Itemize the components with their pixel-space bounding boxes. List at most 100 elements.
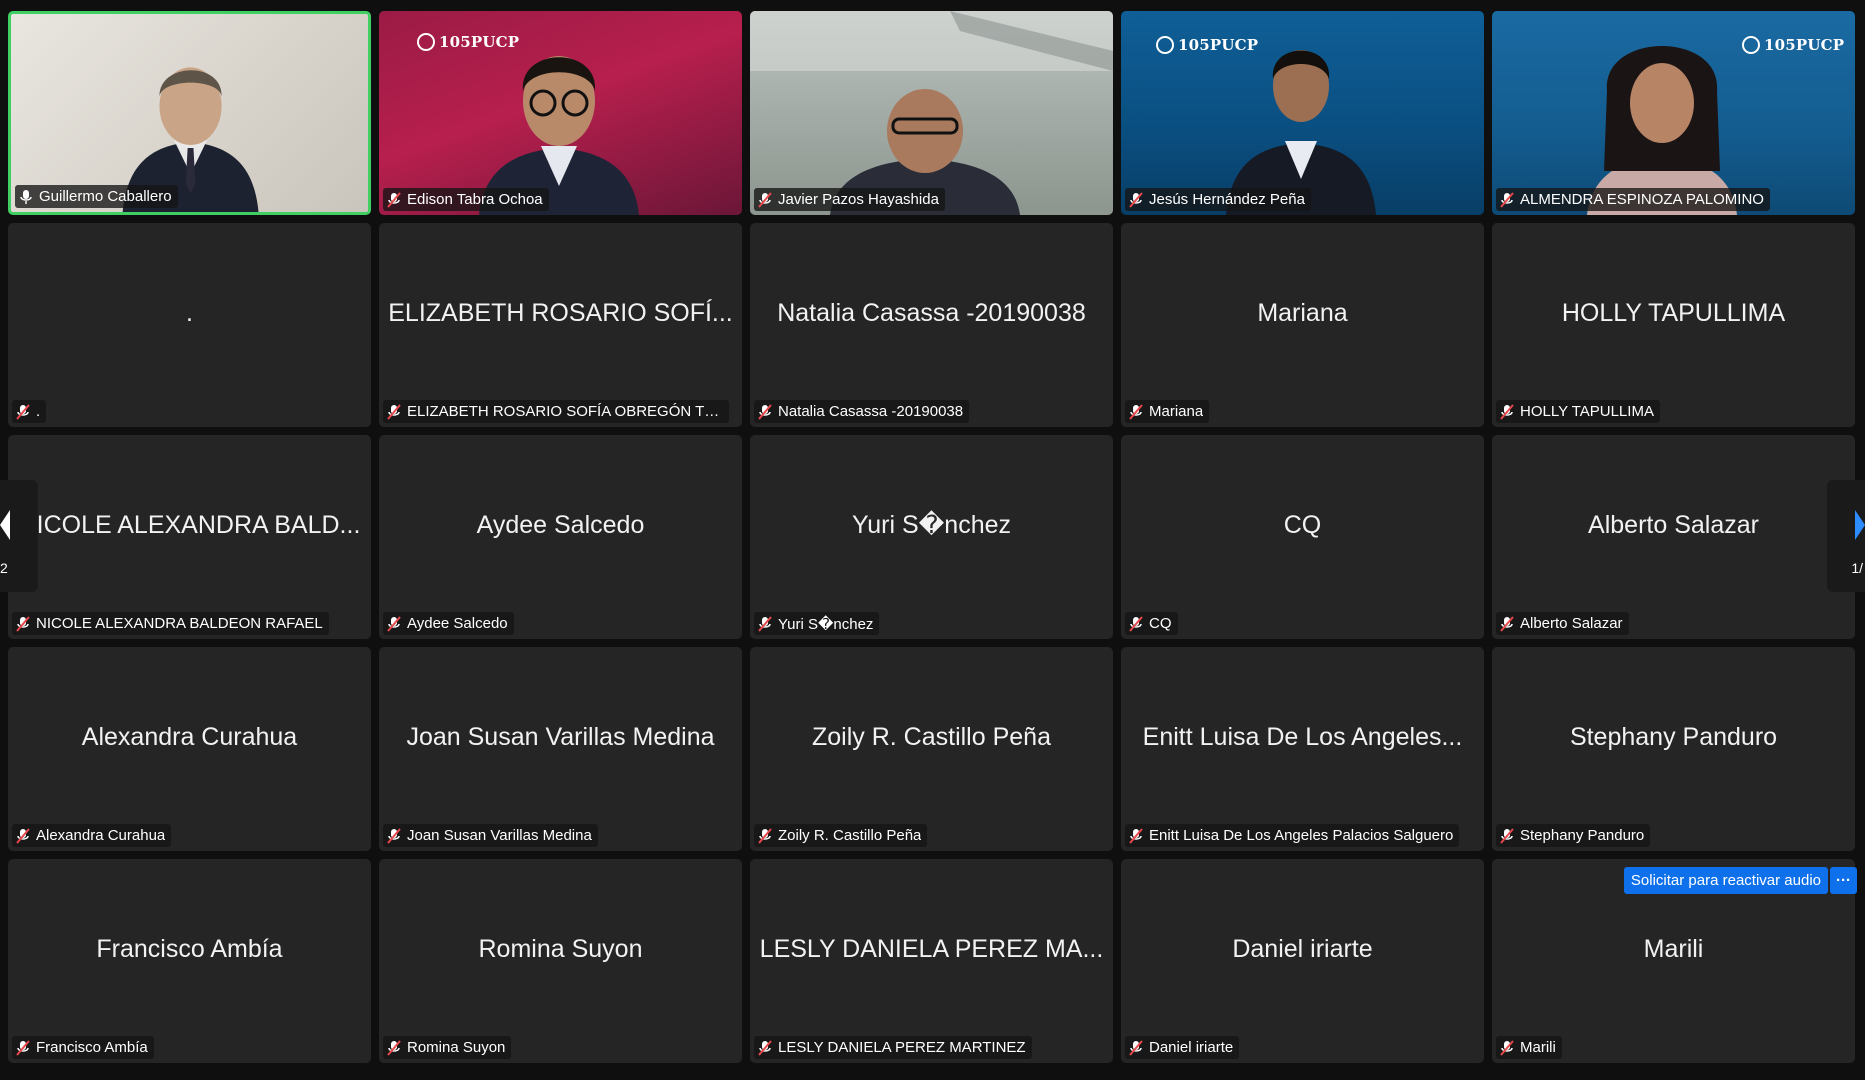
participant-name: Alexandra Curahua <box>36 827 166 844</box>
participant-tile[interactable]: Alexandra Curahua Alexandra Curahua <box>8 647 371 851</box>
muted-microphone-icon <box>1500 827 1514 844</box>
muted-microphone-icon <box>387 615 401 632</box>
participant-label: HOLLY TAPULLIMA <box>1496 400 1660 423</box>
participant-display-name: Alberto Salazar <box>1588 510 1759 539</box>
participant-label: LESLY DANIELA PEREZ MARTINEZ <box>754 1036 1032 1059</box>
participant-label: ALMENDRA ESPINOZA PALOMINO <box>1496 188 1770 211</box>
participant-tile[interactable]: HOLLY TAPULLIMA HOLLY TAPULLIMA <box>1492 223 1855 427</box>
participant-label: Alberto Salazar <box>1496 612 1629 635</box>
participant-tile[interactable]: Natalia Casassa -20190038 Natalia Casassa… <box>750 223 1113 427</box>
muted-microphone-icon <box>1500 615 1514 632</box>
video-tile-guillermo-caballero[interactable]: Guillermo Caballero <box>8 11 371 215</box>
participant-name: HOLLY TAPULLIMA <box>1520 403 1654 420</box>
muted-microphone-icon <box>1129 1039 1143 1056</box>
participant-tile[interactable]: Enitt Luisa De Los Angeles... Enitt Luisa… <box>1121 647 1484 851</box>
participant-display-name: Stephany Panduro <box>1569 722 1778 751</box>
participant-label: Alexandra Curahua <box>12 824 172 847</box>
participant-display-name: Enitt Luisa De Los Angeles... <box>1142 722 1463 751</box>
participant-display-name: ELIZABETH ROSARIO SOFÍ... <box>389 298 732 327</box>
participant-name: Stephany Panduro <box>1520 827 1645 844</box>
muted-microphone-icon <box>758 191 772 208</box>
muted-microphone-icon <box>1500 1039 1514 1056</box>
participant-label: Guillermo Caballero <box>15 185 178 208</box>
muted-microphone-icon <box>387 403 401 420</box>
participant-name: Javier Pazos Hayashida <box>778 191 939 208</box>
request-unmute-button[interactable]: Solicitar para reactivar audio <box>1623 867 1828 894</box>
participant-display-name: Natalia Casassa -20190038 <box>777 298 1086 327</box>
previous-page-number: 2 <box>0 560 8 576</box>
participant-tile[interactable]: ELIZABETH ROSARIO SOFÍ... ELIZABETH ROSAR… <box>379 223 742 427</box>
muted-microphone-icon <box>758 615 772 632</box>
participant-tile[interactable]: NICOLE ALEXANDRA BALD... NICOLE ALEXANDRA… <box>8 435 371 639</box>
participant-label: NICOLE ALEXANDRA BALDEON RAFAEL <box>12 612 329 635</box>
participant-name: Aydee Salcedo <box>407 615 508 632</box>
muted-microphone-icon <box>1500 191 1514 208</box>
participant-tile[interactable]: Joan Susan Varillas Medina Joan Susan Var… <box>379 647 742 851</box>
participant-display-name: NICOLE ALEXANDRA BALD... <box>18 510 361 539</box>
participant-tile[interactable]: Romina Suyon Romina Suyon <box>379 859 742 1063</box>
participant-display-name: HOLLY TAPULLIMA <box>1561 298 1786 327</box>
muted-microphone-icon <box>1129 403 1143 420</box>
video-tile-edison-tabra-ochoa[interactable]: 105PUCP Edison Tabra Ochoa <box>379 11 742 215</box>
participant-name: LESLY DANIELA PEREZ MARTINEZ <box>778 1039 1026 1056</box>
participant-label: CQ <box>1125 612 1178 635</box>
video-tile-almendra-espinoza-palomino[interactable]: 105PUCP ALMENDRA ESPINOZA PALOMINO <box>1492 11 1855 215</box>
video-tile-jesus-hernandez-pena[interactable]: 105PUCP Jesús Hernández Peña <box>1121 11 1484 215</box>
participant-display-name: Yuri S�nchez <box>851 511 1012 539</box>
participant-name: ALMENDRA ESPINOZA PALOMINO <box>1520 191 1764 208</box>
participant-tile[interactable]: Aydee Salcedo Aydee Salcedo <box>379 435 742 639</box>
participant-label: Marili <box>1496 1036 1562 1059</box>
participant-display-name: Alexandra Curahua <box>81 722 298 751</box>
participant-name: Marili <box>1520 1039 1556 1056</box>
muted-microphone-icon <box>758 403 772 420</box>
participant-label: Enitt Luisa De Los Angeles Palacios Salg… <box>1125 824 1460 847</box>
participant-name: Alberto Salazar <box>1520 615 1623 632</box>
participant-tile[interactable]: Francisco Ambía Francisco Ambía <box>8 859 371 1063</box>
participant-tile[interactable]: Yuri S�nchez Yuri S�nchez <box>750 435 1113 639</box>
participant-label: Romina Suyon <box>383 1036 512 1059</box>
previous-page-button[interactable]: 2 <box>0 480 38 592</box>
participant-display-name: Joan Susan Varillas Medina <box>406 722 715 751</box>
participant-video <box>479 56 639 215</box>
muted-microphone-icon <box>1129 827 1143 844</box>
participant-label: Edison Tabra Ochoa <box>383 188 549 211</box>
participant-label: Aydee Salcedo <box>383 612 514 635</box>
participant-tile[interactable]: Zoily R. Castillo Peña Zoily R. Castillo … <box>750 647 1113 851</box>
page-indicator: 1/ <box>1851 560 1863 576</box>
participant-name: NICOLE ALEXANDRA BALDEON RAFAEL <box>36 615 323 632</box>
participant-label: Stephany Panduro <box>1496 824 1651 847</box>
participant-name: Zoily R. Castillo Peña <box>778 827 922 844</box>
participant-video <box>1226 50 1376 215</box>
next-page-button[interactable]: 1/ <box>1827 480 1865 592</box>
participant-display-name: Daniel iriarte <box>1232 934 1373 963</box>
participant-name: Joan Susan Varillas Medina <box>407 827 592 844</box>
participant-name: Daniel iriarte <box>1149 1039 1234 1056</box>
participant-tile[interactable]: .. <box>8 223 371 427</box>
muted-microphone-icon <box>1129 615 1143 632</box>
participant-tile[interactable]: Alberto Salazar Alberto Salazar <box>1492 435 1855 639</box>
participant-name: Romina Suyon <box>407 1039 506 1056</box>
microphone-icon <box>20 189 32 204</box>
participant-label: Jesús Hernández Peña <box>1125 188 1311 211</box>
participant-grid: Guillermo Caballero 105PUCP Edison Tabra… <box>8 11 1855 1063</box>
participant-tile[interactable]: CQ CQ <box>1121 435 1484 639</box>
participant-tile[interactable]: Mariana Mariana <box>1121 223 1484 427</box>
participant-label: Francisco Ambía <box>12 1036 154 1059</box>
participant-label: Mariana <box>1125 400 1210 423</box>
participant-tile[interactable]: LESLY DANIELA PEREZ MA... LESLY DANIELA P… <box>750 859 1113 1063</box>
muted-microphone-icon <box>387 1039 401 1056</box>
chevron-right-icon <box>1855 510 1865 540</box>
participant-display-name: . <box>186 298 193 327</box>
muted-microphone-icon <box>387 191 401 208</box>
participant-name: Edison Tabra Ochoa <box>407 191 543 208</box>
video-tile-javier-pazos-hayashida[interactable]: Javier Pazos Hayashida <box>750 11 1113 215</box>
participant-display-name: Mariana <box>1257 298 1348 327</box>
participant-tile[interactable]: Daniel iriarte Daniel iriarte <box>1121 859 1484 1063</box>
participant-display-name: Francisco Ambía <box>96 934 283 963</box>
participant-tile[interactable]: Stephany Panduro Stephany Panduro <box>1492 647 1855 851</box>
participant-label: Zoily R. Castillo Peña <box>754 824 928 847</box>
participant-label: Joan Susan Varillas Medina <box>383 824 598 847</box>
participant-name: ELIZABETH ROSARIO SOFÍA OBREGÓN TIN... <box>407 403 723 420</box>
participant-name: CQ <box>1149 615 1172 632</box>
more-options-button[interactable]: ··· <box>1830 867 1857 894</box>
